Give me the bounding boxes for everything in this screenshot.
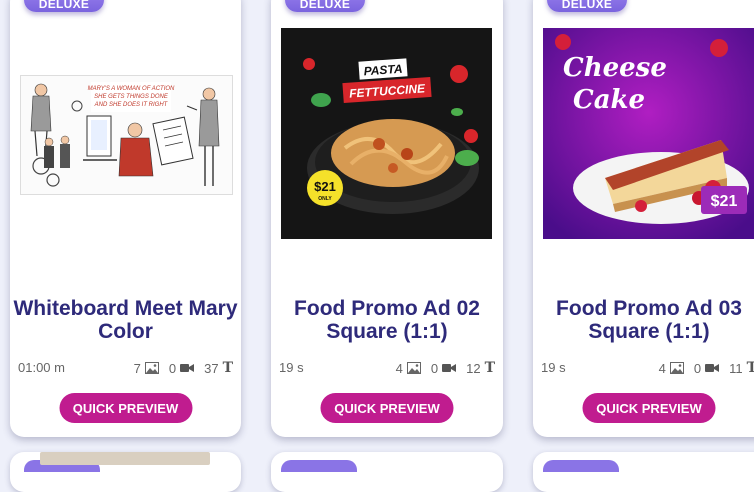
video-camera-icon [180, 364, 195, 372]
quick-preview-button[interactable]: QUICK PREVIEW [582, 393, 716, 423]
text-T-icon: T [746, 360, 754, 376]
video-camera-icon [442, 364, 457, 372]
thumb-heading: Cheese [563, 53, 667, 83]
price-sub-label: ONLY [318, 196, 332, 202]
asset-stats: 4 0 11 T [659, 360, 754, 376]
image-count: 4 [658, 360, 666, 376]
deluxe-badge [543, 460, 619, 472]
deluxe-badge: DELUXE [24, 0, 104, 12]
template-title: Food Promo Ad 02 Square (1:1) [294, 297, 480, 343]
quick-preview-button[interactable]: QUICK PREVIEW [59, 393, 192, 423]
deluxe-badge [281, 460, 357, 472]
asset-stats: 7 0 37 T [134, 360, 233, 376]
template-title: Food Promo Ad 03 Square (1:1) [556, 297, 742, 343]
banner-line: AND SHE DOES IT RIGHT [94, 102, 169, 108]
price-label: $21 [711, 193, 738, 210]
deluxe-badge: DELUXE [285, 0, 365, 12]
image-icon [144, 362, 159, 374]
template-meta: 01:00 m 7 0 37 T [18, 360, 233, 376]
banner-line: SHE GETS THINGS DONE [94, 94, 169, 100]
template-thumbnail[interactable]: Cheese Cake $21 [543, 28, 754, 239]
thumb-heading: Cake [573, 85, 645, 115]
text-count: 11 [729, 360, 743, 376]
template-title: Whiteboard Meet Mary Color [13, 297, 238, 343]
template-card[interactable] [271, 452, 503, 492]
asset-stats: 4 0 12 T [396, 360, 495, 376]
image-count: 4 [395, 360, 403, 376]
template-meta: 19 s 4 0 11 T [541, 360, 754, 376]
price-label: $21 [314, 179, 336, 194]
text-count: 12 [466, 360, 481, 376]
duration: 01:00 m [18, 360, 65, 375]
video-camera-icon [705, 364, 720, 372]
text-T-icon: T [222, 360, 233, 376]
duration: 19 s [279, 360, 304, 375]
template-thumbnail[interactable]: MARY'S A WOMAN OF ACTION SHE GETS THINGS… [20, 75, 233, 195]
template-card[interactable] [533, 452, 754, 492]
template-meta: 19 s 4 0 12 T [279, 360, 495, 376]
template-card[interactable]: DELUXE PASTA FETTUCCINE $21 ONLY Food Pr… [271, 0, 503, 437]
text-count: 37 [204, 360, 219, 376]
thumb-label: PASTA [363, 62, 403, 79]
template-card[interactable]: DELUXE Cheese Cake $21 Food Promo Ad 03 … [533, 0, 754, 437]
template-thumbnail[interactable] [40, 452, 210, 465]
image-count: 7 [133, 360, 141, 376]
template-card[interactable]: DELUXE MARY'S A WOMAN OF ACTION SHE GETS… [10, 0, 241, 437]
video-count: 0 [693, 360, 702, 376]
text-T-icon: T [484, 360, 495, 376]
banner-line: MARY'S A WOMAN OF ACTION [88, 86, 175, 92]
template-card[interactable] [10, 452, 241, 492]
deluxe-badge: DELUXE [547, 0, 627, 12]
duration: 19 s [541, 360, 566, 375]
image-icon [669, 362, 684, 374]
video-count: 0 [430, 360, 439, 376]
image-icon [406, 362, 421, 374]
video-count: 0 [168, 360, 177, 376]
template-thumbnail[interactable]: PASTA FETTUCCINE $21 ONLY [281, 28, 492, 239]
quick-preview-button[interactable]: QUICK PREVIEW [320, 393, 454, 423]
